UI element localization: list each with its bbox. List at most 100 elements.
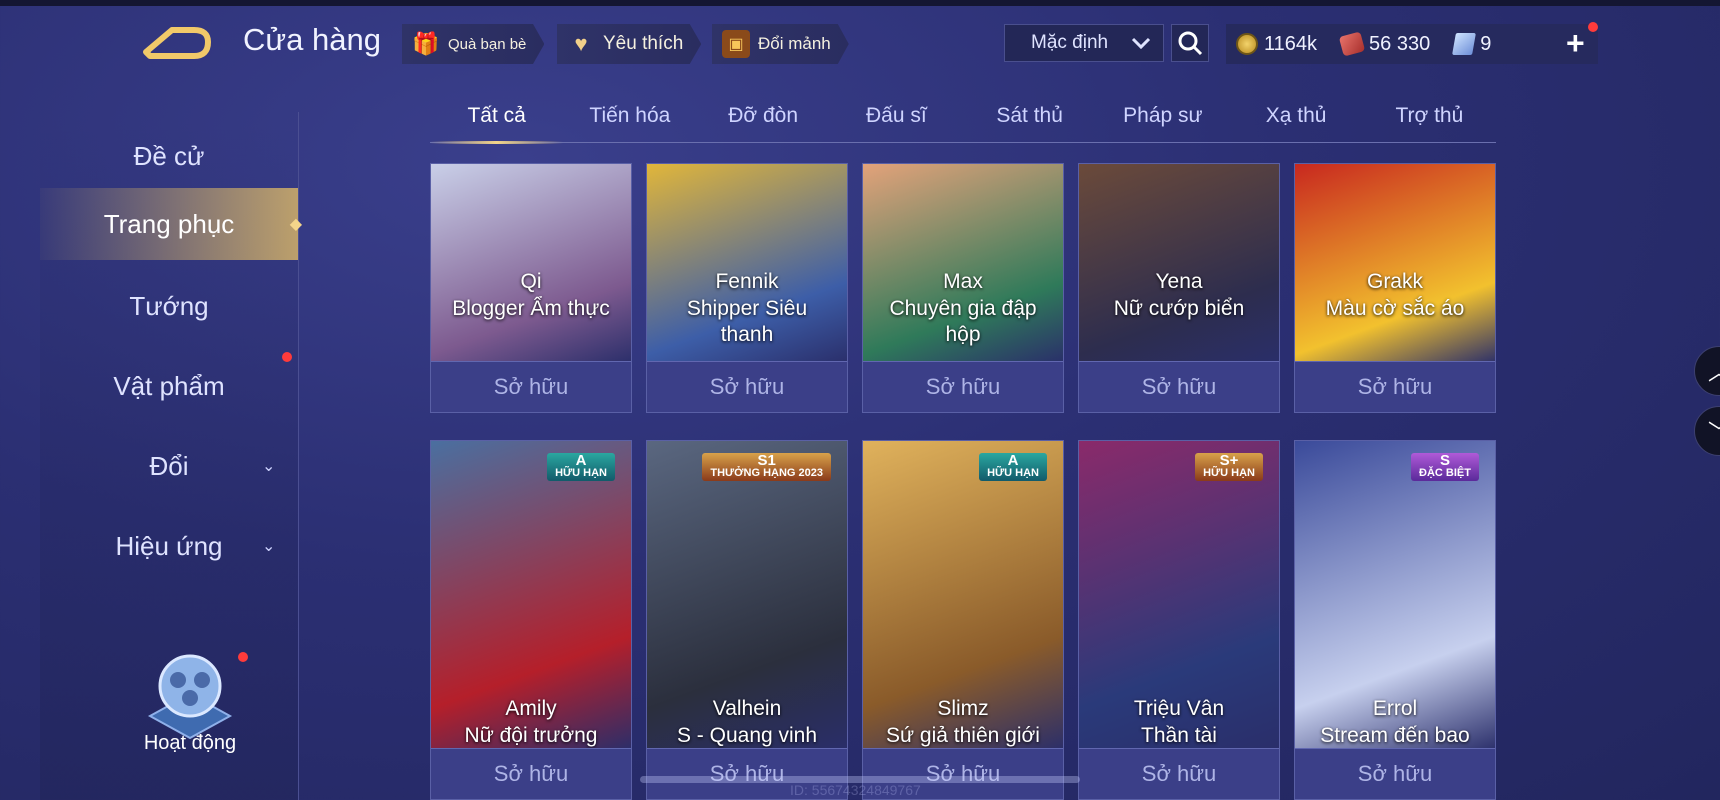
top-strip xyxy=(0,0,1720,6)
scroll-down-button[interactable]: ﹀ xyxy=(1694,406,1720,456)
skin-card[interactable]: Max Chuyên gia đập hộp Sở hữu xyxy=(862,163,1064,413)
skin-names: Triệu Vân Thần tài xyxy=(1079,697,1279,749)
skin-card[interactable]: Qi Blogger Ẩm thực Sở hữu xyxy=(430,163,632,413)
hero-name: Yena xyxy=(1155,270,1203,293)
skin-name: Shipper Siêu thanh xyxy=(686,297,808,346)
skin-names: Valhein S - Quang vinh xyxy=(647,697,847,749)
category-tabs: Tất cả Tiến hóa Đỡ đòn Đấu sĩ Sát thủ Ph… xyxy=(430,98,1496,144)
tab-marksman[interactable]: Xạ thủ xyxy=(1230,98,1363,142)
sidebar-item-label: Trang phục xyxy=(103,208,235,239)
tab-support[interactable]: Trợ thủ xyxy=(1363,98,1496,142)
tab-fighter[interactable]: Đấu sĩ xyxy=(830,98,963,142)
scroll-up-button[interactable]: ︿ xyxy=(1694,346,1720,396)
skin-card[interactable]: S1 THƯỞNG HẠNG 2023 Valhein S - Quang vinh S… xyxy=(646,440,848,800)
skin-name: S - Quang vinh xyxy=(676,724,818,747)
skin-name: Blogger Ẩm thực xyxy=(452,297,610,320)
sidebar-item-featured[interactable]: Đề cử xyxy=(40,120,298,192)
shard-chest-icon: ▣ xyxy=(722,30,750,58)
items-notification-dot xyxy=(282,352,292,362)
skin-card[interactable]: Yena Nữ cướp biển Sở hữu xyxy=(1078,163,1280,413)
skin-names: Amily Nữ đội trưởng xyxy=(431,697,631,749)
favorites-label: Yêu thích xyxy=(603,33,684,54)
badge-tier: A xyxy=(575,452,587,469)
activity-orb-icon xyxy=(147,654,233,740)
skin-card[interactable]: Grakk Màu cờ sắc áo Sở hữu xyxy=(1294,163,1496,413)
voucher-value: 56 330 xyxy=(1369,32,1431,55)
skin-names: Qi Blogger Ẩm thực xyxy=(431,270,631,322)
hero-name: Slimz xyxy=(937,697,989,720)
back-arrow-icon xyxy=(143,27,211,59)
search-button[interactable] xyxy=(1171,24,1209,62)
owned-status: Sở hữu xyxy=(1079,361,1279,412)
tab-tank[interactable]: Đỡ đòn xyxy=(697,98,830,142)
skin-name: Sứ giả thiên giới xyxy=(886,724,1040,747)
chevron-down-icon: ⌄ xyxy=(262,538,276,555)
chevron-down-icon: ⌄ xyxy=(262,458,276,475)
sidebar-item-costumes[interactable]: Trang phục ◆ xyxy=(40,188,302,260)
sidebar-item-heroes[interactable]: Tướng xyxy=(40,270,298,342)
gold-balance: 1164k xyxy=(1236,33,1317,56)
ticket-icon xyxy=(1452,33,1477,55)
skin-name: Thần tài xyxy=(1141,724,1217,747)
skin-card[interactable]: A HỮU HẠN Slimz Sứ giả thiên giới Sở hữu xyxy=(862,440,1064,800)
favorites-button[interactable]: ♥ Yêu thích xyxy=(557,24,702,64)
friend-gift-button[interactable]: 🎁 Quà bạn bè xyxy=(402,24,545,64)
sidebar-item-label: Đề cử xyxy=(133,140,205,171)
owned-status: Sở hữu xyxy=(863,361,1063,412)
tab-mage[interactable]: Pháp sư xyxy=(1096,98,1229,142)
voucher-balance: 56 330 xyxy=(1338,31,1431,57)
heart-icon: ♥ xyxy=(574,31,588,56)
badge-tier: S1 xyxy=(757,452,776,469)
skin-name: Nữ cướp biển xyxy=(1113,297,1245,320)
badge-label: HỮU HẠN xyxy=(555,467,607,479)
voucher-icon xyxy=(1338,31,1366,57)
activity-label: Hoạt động xyxy=(143,732,237,754)
skin-names: Fennik Shipper Siêu thanh xyxy=(647,270,847,348)
tab-all[interactable]: Tất cả xyxy=(430,98,564,144)
sidebar-item-effects[interactable]: Hiệu ứng ⌄ xyxy=(40,510,298,582)
user-id: ID: 55674324849767 xyxy=(790,782,921,798)
skin-card[interactable]: A HỮU HẠN Amily Nữ đội trưởng Sở hữu xyxy=(430,440,632,800)
gold-coin-icon xyxy=(1236,33,1258,55)
hero-name: Errol xyxy=(1372,697,1418,720)
owned-status: Sở hữu xyxy=(1295,361,1495,412)
hero-name: Valhein xyxy=(712,697,782,720)
sort-dropdown[interactable]: Mặc định xyxy=(1004,24,1164,62)
hero-name: Grakk xyxy=(1366,270,1423,293)
hero-name: Qi xyxy=(520,270,542,293)
skin-name: Màu cờ sắc áo xyxy=(1325,297,1465,320)
owned-status: Sở hữu xyxy=(1295,748,1495,799)
hero-name: Fennik xyxy=(715,270,779,293)
badge-tier: S xyxy=(1440,452,1451,469)
owned-status: Sở hữu xyxy=(431,748,631,799)
rarity-badge: A HỮU HẠN xyxy=(979,453,1047,481)
chevron-up-icon: ︿ xyxy=(1708,355,1720,387)
rarity-badge: S ĐẶC BIỆT xyxy=(1411,453,1479,481)
chevron-down-icon xyxy=(1131,37,1151,49)
exchange-shards-button[interactable]: ▣ Đổi mảnh xyxy=(712,24,849,64)
exchange-shards-label: Đổi mảnh xyxy=(758,34,831,53)
search-icon xyxy=(1178,31,1203,56)
badge-label: ĐẶC BIỆT xyxy=(1419,467,1471,479)
sidebar-item-label: Hiệu ứng xyxy=(115,530,223,561)
skin-names: Yena Nữ cướp biển xyxy=(1079,270,1279,322)
back-button[interactable] xyxy=(142,22,214,62)
friend-gift-label: Quà bạn bè xyxy=(448,35,527,53)
add-currency-button[interactable]: + xyxy=(1566,25,1585,62)
sidebar-item-exchange[interactable]: Đổi ⌄ xyxy=(40,430,298,502)
sidebar-item-label: Vật phẩm xyxy=(113,370,225,401)
skin-card[interactable]: S+ HỮU HẠN Triệu Vân Thần tài Sở hữu xyxy=(1078,440,1280,800)
skin-names: Max Chuyên gia đập hộp xyxy=(863,270,1063,348)
tab-evolution[interactable]: Tiến hóa xyxy=(563,98,696,142)
tab-assassin[interactable]: Sát thủ xyxy=(963,98,1096,142)
badge-label: HỮU HẠN xyxy=(1203,467,1255,479)
rarity-badge: A HỮU HẠN xyxy=(547,453,615,481)
currency-bar: 1164k 56 330 9 xyxy=(1226,24,1598,64)
sort-value: Mặc định xyxy=(1031,32,1109,53)
skin-card[interactable]: SĐẶC BIỆTErrolStream đến bao giờ?Sở hữu xyxy=(1294,440,1496,800)
skin-artwork xyxy=(1079,164,1279,364)
skin-card[interactable]: Fennik Shipper Siêu thanh Sở hữu xyxy=(646,163,848,413)
sidebar-item-items[interactable]: Vật phẩm xyxy=(40,350,298,422)
page-title: Cửa hàng xyxy=(243,22,381,57)
owned-status: Sở hữu xyxy=(647,361,847,412)
